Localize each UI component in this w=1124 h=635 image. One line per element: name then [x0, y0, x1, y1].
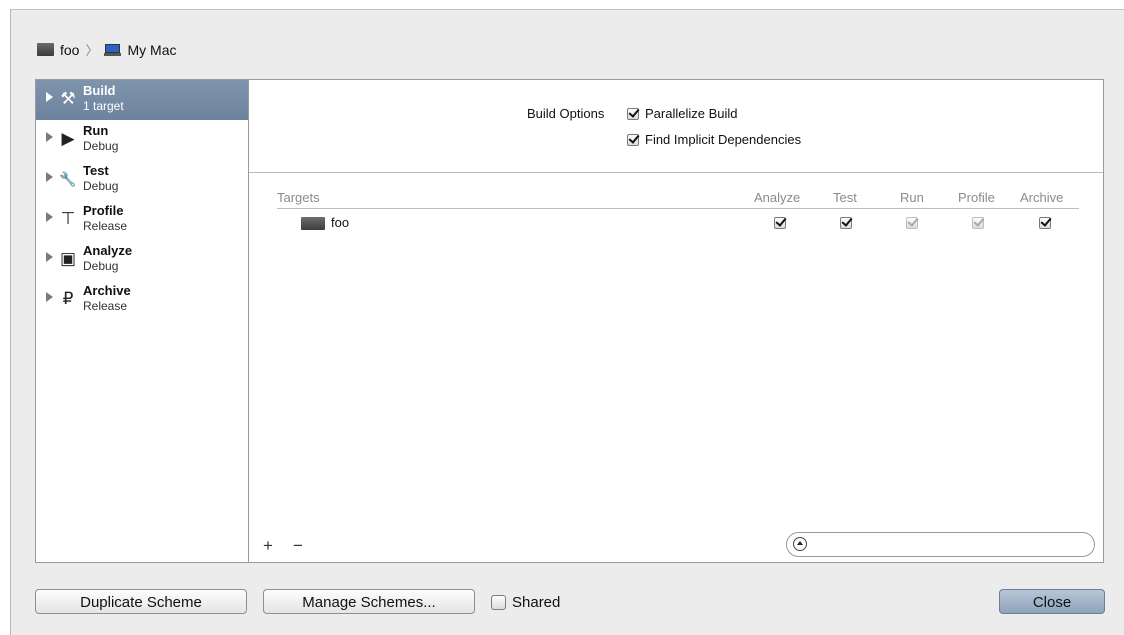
targets-table-header: Targets Analyze Test Run Profile Archive: [277, 190, 1079, 209]
sidebar-item-label: Run: [83, 123, 109, 138]
column-header-targets[interactable]: Targets: [277, 190, 320, 205]
table-footer: + −: [249, 532, 1103, 562]
test-checkbox[interactable]: [840, 217, 852, 229]
sidebar-item-sublabel: Debug: [83, 259, 119, 273]
column-header-profile[interactable]: Profile: [958, 190, 995, 205]
duplicate-scheme-button[interactable]: Duplicate Scheme: [35, 589, 247, 614]
breadcrumb-separator: 〉: [85, 43, 99, 58]
sidebar-item-sublabel: Debug: [83, 179, 119, 193]
shared-checkbox[interactable]: [491, 595, 506, 610]
disclosure-triangle-icon[interactable]: [46, 252, 53, 262]
build-options-label: Build Options: [527, 106, 605, 121]
profile-checkbox: [972, 217, 984, 229]
remove-target-button[interactable]: −: [293, 536, 303, 556]
sidebar-item-build[interactable]: ⚒ Build 1 target: [36, 80, 248, 120]
run-checkbox: [906, 217, 918, 229]
sidebar-item-label: Analyze: [83, 243, 133, 258]
computer-icon: [104, 43, 122, 56]
add-target-button[interactable]: +: [263, 536, 273, 556]
disclosure-triangle-icon[interactable]: [46, 92, 53, 102]
table-row[interactable]: foo: [301, 214, 1081, 232]
sidebar-item-analyze[interactable]: ▣ Analyze Debug: [36, 240, 248, 280]
sidebar-item-label: Build: [83, 83, 116, 98]
scheme-panel: ⚒ Build 1 target ▶ Run Debug 🔧 Test Debu…: [35, 79, 1104, 563]
build-options-section: Build Options Parallelize Build Find Imp…: [249, 80, 1103, 173]
sidebar-item-archive[interactable]: ₽ Archive Release: [36, 280, 248, 320]
parallelize-build-option[interactable]: Parallelize Build: [627, 106, 738, 121]
analyze-checkbox[interactable]: [774, 217, 786, 229]
column-header-test[interactable]: Test: [833, 190, 857, 205]
parallelize-build-checkbox[interactable]: [627, 107, 639, 120]
target-icon: [301, 217, 325, 230]
breadcrumb-project[interactable]: foo: [60, 42, 79, 58]
disclosure-triangle-icon[interactable]: [46, 132, 53, 142]
column-header-run[interactable]: Run: [900, 190, 924, 205]
play-icon: ▶: [61, 129, 75, 148]
shared-label: Shared: [512, 594, 561, 611]
filter-icon[interactable]: [793, 537, 807, 551]
column-header-analyze[interactable]: Analyze: [754, 190, 800, 205]
manage-schemes-button[interactable]: Manage Schemes...: [263, 589, 475, 614]
archive-icon: ₽: [62, 289, 74, 308]
column-header-archive[interactable]: Archive: [1020, 190, 1063, 205]
sidebar-item-label: Profile: [83, 203, 124, 218]
breadcrumb-destination[interactable]: My Mac: [127, 42, 176, 58]
sidebar-item-test[interactable]: 🔧 Test Debug: [36, 160, 248, 200]
implicit-dependencies-checkbox[interactable]: [627, 133, 639, 146]
sidebar-item-sublabel: 1 target: [83, 99, 124, 113]
project-icon: [37, 43, 54, 56]
analyze-icon: ▣: [59, 249, 77, 268]
archive-checkbox[interactable]: [1039, 217, 1051, 229]
close-button[interactable]: Close: [999, 589, 1105, 614]
sidebar-item-run[interactable]: ▶ Run Debug: [36, 120, 248, 160]
caliper-icon: ⊤: [60, 209, 76, 228]
sidebar-item-sublabel: Release: [83, 219, 128, 233]
sidebar-item-profile[interactable]: ⊤ Profile Release: [36, 200, 248, 240]
breadcrumb: foo 〉 My Mac: [37, 40, 176, 59]
sidebar-item-label: Test: [83, 163, 109, 178]
parallelize-build-label: Parallelize Build: [645, 106, 738, 121]
build-action-content: Build Options Parallelize Build Find Imp…: [249, 80, 1103, 562]
target-name: foo: [331, 215, 350, 230]
sidebar-item-sublabel: Release: [83, 299, 128, 313]
disclosure-triangle-icon[interactable]: [46, 212, 53, 222]
disclosure-triangle-icon[interactable]: [46, 292, 53, 302]
scheme-actions-sidebar: ⚒ Build 1 target ▶ Run Debug 🔧 Test Debu…: [36, 80, 249, 562]
disclosure-triangle-icon[interactable]: [46, 172, 53, 182]
filter-field[interactable]: [786, 532, 1095, 557]
implicit-dependencies-option[interactable]: Find Implicit Dependencies: [627, 132, 801, 147]
hammer-icon: ⚒: [60, 89, 76, 108]
shared-option[interactable]: Shared: [491, 594, 560, 611]
wrench-icon: 🔧: [59, 171, 77, 187]
sidebar-item-label: Archive: [83, 283, 131, 298]
sidebar-item-sublabel: Debug: [83, 139, 119, 153]
implicit-dependencies-label: Find Implicit Dependencies: [645, 132, 802, 147]
